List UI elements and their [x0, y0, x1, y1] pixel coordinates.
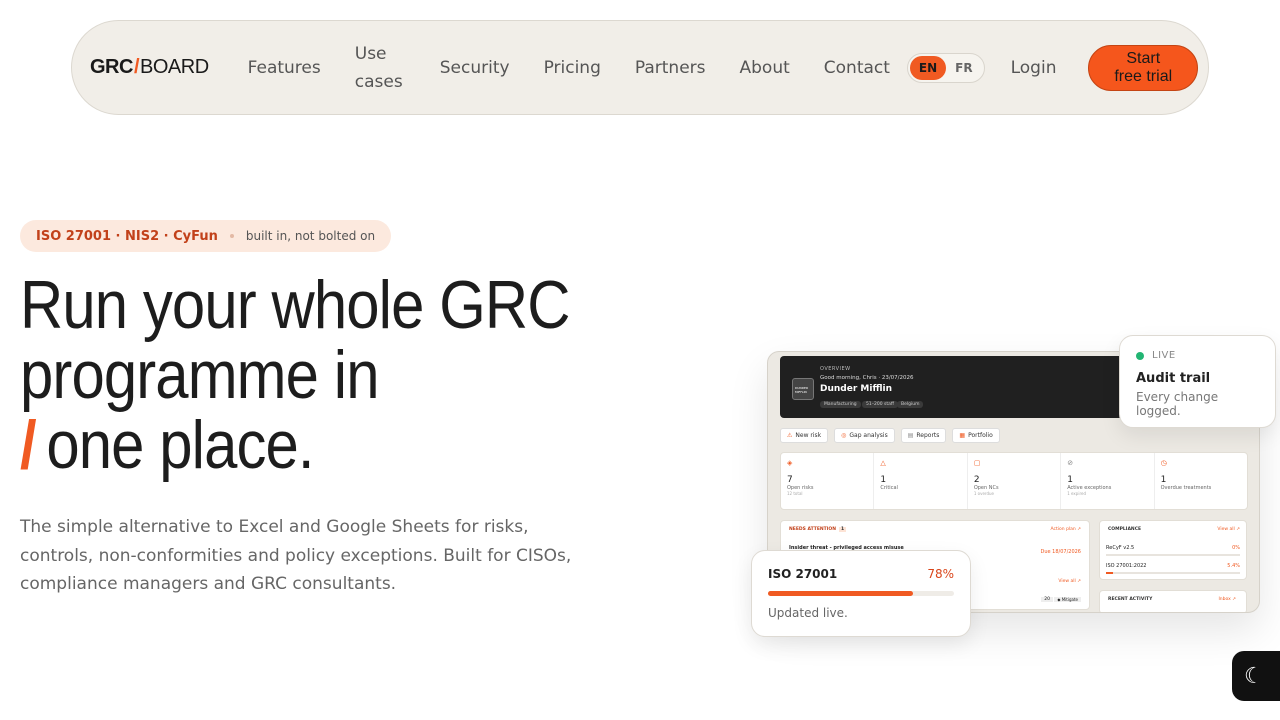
audit-trail-card: LIVE Audit trail Every change logged. [1119, 335, 1276, 428]
iso-percent: 78% [927, 567, 954, 581]
recyf-progress [1106, 554, 1240, 556]
audit-title: Audit trail [1136, 371, 1211, 386]
nav-link-pricing[interactable]: Pricing [527, 54, 618, 82]
compliance-title: COMPLIANCE [1108, 527, 1142, 532]
hero-line-3: one place. [46, 407, 314, 483]
file-icon: ▢ [973, 459, 981, 467]
iso-progress [1106, 572, 1240, 574]
attention-due: Due 18/07/2026 [1040, 549, 1081, 555]
login-link[interactable]: Login [1011, 58, 1057, 78]
hero-line-2: programme in [20, 337, 379, 413]
nav-link-contact[interactable]: Contact [807, 54, 907, 82]
hero-slash: / [20, 407, 37, 483]
start-trial-button[interactable]: Start free trial [1088, 44, 1198, 91]
document-icon: ▤ [907, 432, 914, 439]
compliance-view-all[interactable]: View all ↗ [1217, 527, 1240, 532]
inbox-link[interactable]: Inbox ↗ [1218, 597, 1236, 602]
framework-recyf[interactable]: ReCyF v2.5 [1106, 545, 1134, 551]
clock-icon: ◷ [1160, 459, 1167, 467]
chip-industry: Manufacturing [820, 401, 861, 408]
attention-count: 1 [839, 527, 847, 532]
new-risk-button[interactable]: ⚠ New risk [780, 428, 829, 443]
grid-icon: ▦ [959, 432, 966, 439]
audit-subtitle: Every change logged. [1136, 390, 1219, 418]
overview-label: OVERVIEW [820, 366, 851, 372]
stat-overdue[interactable]: ◷ 1 Overdue treatments [1155, 453, 1247, 509]
lang-fr[interactable]: FR [946, 56, 981, 80]
stats-row: ◈ 7 Open risks 12 total △ 1 Critical ▢ 2 Open N… [780, 452, 1248, 510]
alert-icon: △ [880, 459, 886, 467]
count-badge: 20 [1041, 597, 1053, 602]
moon-icon: ☾ [1244, 663, 1264, 689]
portfolio-button[interactable]: ▦ Portfolio [952, 428, 1000, 443]
live-indicator: LIVE [1136, 350, 1259, 361]
gap-analysis-button[interactable]: ◎ Gap analysis [834, 428, 895, 443]
iso-updated: Updated live. [768, 606, 848, 620]
language-toggle: EN FR [906, 52, 985, 83]
warning-icon: ⚠ [787, 432, 793, 439]
nav-link-partners[interactable]: Partners [618, 54, 723, 82]
dashboard-actions: ⚠ New risk ◎ Gap analysis ▤ Reports ▦ Portfo… [780, 428, 1000, 443]
greeting: Good morning, Chris · 23/07/2026 [820, 375, 914, 381]
top-nav: GRC / BOARD Features Use cases Security Pr… [71, 20, 1209, 115]
stat-critical[interactable]: △ 1 Critical [874, 453, 968, 509]
badge-subtext: built in, not bolted on [245, 229, 376, 243]
view-all-link[interactable]: View all ↗ [1058, 579, 1081, 584]
logo[interactable]: GRC / BOARD [90, 56, 209, 79]
framework-iso-pct: 5.4% [1227, 563, 1240, 569]
framework-recyf-pct: 0% [1232, 545, 1240, 551]
activity-title: RECENT ACTIVITY [1108, 597, 1153, 602]
iso-progress-bar [768, 591, 954, 596]
company-avatar: DUNDER MIFFLIN [792, 378, 814, 400]
nav-links: Features Use cases Security Pricing Part… [231, 40, 907, 96]
attention-title: NEEDS ATTENTION [789, 527, 837, 532]
stat-open-risks[interactable]: ◈ 7 Open risks 12 total [781, 453, 875, 509]
nav-link-security[interactable]: Security [423, 54, 527, 82]
nav-link-use-cases[interactable]: Use cases [338, 40, 423, 96]
shield-icon: ◈ [787, 459, 793, 467]
target-icon: ◎ [841, 432, 847, 439]
standards-text: ISO 27001 · NIS2 · CyFun [36, 228, 218, 244]
action-plan-link[interactable]: Action plan ↗ [1051, 527, 1081, 532]
logo-slash: / [133, 56, 140, 78]
iso-progress-card: ISO 27001 78% Updated live. [751, 550, 971, 637]
live-dot [1136, 351, 1144, 360]
chip-size: 51–200 staff [862, 401, 898, 408]
theme-toggle[interactable]: ☾ [1232, 651, 1280, 701]
badge-dot [229, 234, 234, 238]
nav-link-features[interactable]: Features [231, 54, 338, 82]
hero-line-1: Run your whole GRC [20, 267, 570, 343]
stat-open-ncs[interactable]: ▢ 2 Open NCs 1 overdue [968, 453, 1062, 509]
compliance-panel: COMPLIANCE View all ↗ ReCyF v2.5 0% ISO … [1099, 520, 1247, 580]
logo-grc: GRC [90, 56, 133, 78]
framework-iso[interactable]: ISO 27001:2022 [1106, 563, 1147, 569]
chip-country: Belgium [897, 401, 924, 408]
iso-name: ISO 27001 [768, 567, 838, 581]
mitigate-badge: ◆ Mitigate [1054, 597, 1081, 602]
reports-button[interactable]: ▤ Reports [900, 428, 947, 443]
nav-link-about[interactable]: About [723, 54, 807, 82]
stat-exceptions[interactable]: ⊘ 1 Active exceptions 1 expired [1061, 453, 1155, 509]
shield-off-icon: ⊘ [1067, 459, 1074, 467]
activity-panel: RECENT ACTIVITY Inbox ↗ [1099, 590, 1247, 612]
standards-badge: ISO 27001 · NIS2 · CyFun built in, not b… [20, 220, 392, 252]
lang-en[interactable]: EN [909, 55, 947, 80]
logo-board: BOARD [140, 56, 209, 78]
hero-description: The simple alternative to Excel and Goog… [20, 517, 572, 594]
hero-heading: Run your whole GRC programme in / one pla… [20, 270, 570, 480]
company-name: Dunder Mifflin [820, 384, 892, 394]
